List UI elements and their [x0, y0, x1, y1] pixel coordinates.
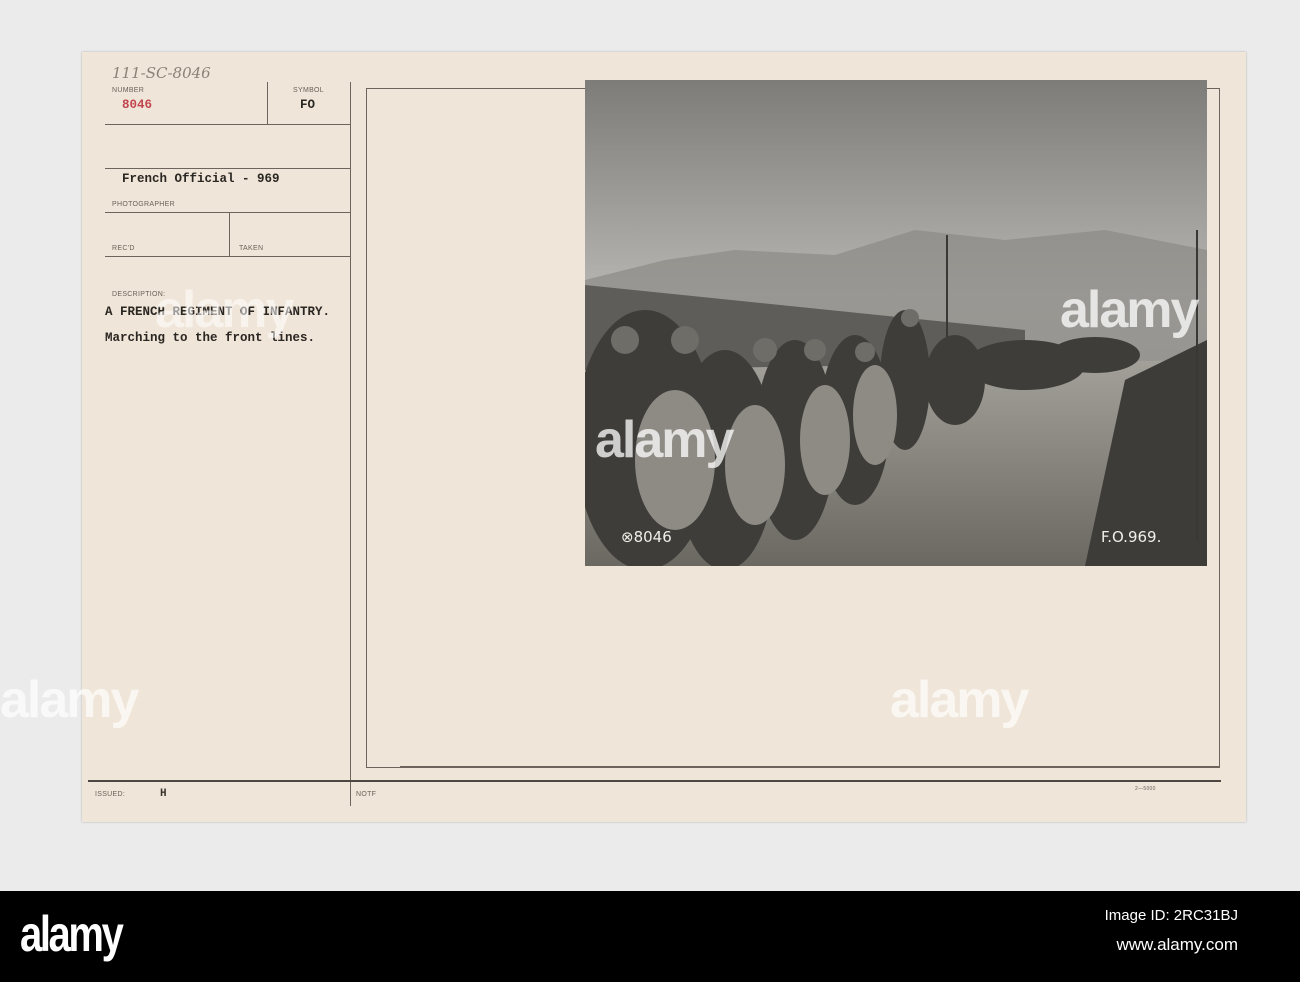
notf-label: NOTF: [356, 791, 377, 798]
watermark: alamy: [1060, 281, 1199, 339]
watermark: alamy: [0, 671, 139, 729]
photographer-label: PHOTOGRAPHER: [112, 201, 175, 208]
divider: [105, 256, 350, 257]
divider: [400, 766, 1220, 767]
alamy-url[interactable]: www.alamy.com: [1116, 935, 1238, 955]
number-label: NUMBER: [112, 87, 145, 94]
form-number: 2—5000: [1135, 786, 1156, 792]
symbol-value: FO: [300, 98, 316, 112]
divider: [267, 82, 268, 124]
handwritten-number: 111-SC-8046: [112, 64, 211, 82]
issued-label: ISSUED:: [95, 791, 126, 798]
photographer-value: French Official - 969: [122, 172, 280, 186]
footer-bar: alamy Image ID: 2RC31BJ www.alamy.com: [0, 891, 1300, 982]
divider: [105, 124, 350, 125]
watermark: alamy: [155, 281, 294, 339]
number-value: 8046: [122, 98, 153, 112]
photo-caption-number: ⊗8046: [621, 528, 672, 546]
divider: [350, 82, 351, 806]
watermark: alamy: [890, 671, 1029, 729]
taken-label: TAKEN: [239, 245, 264, 252]
photo-caption-fo: F.O.969.: [1101, 528, 1162, 546]
image-id: Image ID: 2RC31BJ: [1104, 907, 1238, 924]
alamy-logo: alamy: [20, 906, 124, 962]
photograph-soldiers-marching: ⊗8046 F.O.969. alamy alamy: [575, 80, 1207, 570]
symbol-label: SYMBOL: [293, 87, 324, 94]
watermark: alamy: [595, 411, 734, 469]
divider: [105, 212, 350, 213]
bottom-rule: [88, 780, 1221, 782]
recd-label: REC'D: [112, 245, 135, 252]
divider: [105, 168, 350, 169]
divider: [229, 212, 230, 256]
issued-value: H: [160, 788, 167, 800]
